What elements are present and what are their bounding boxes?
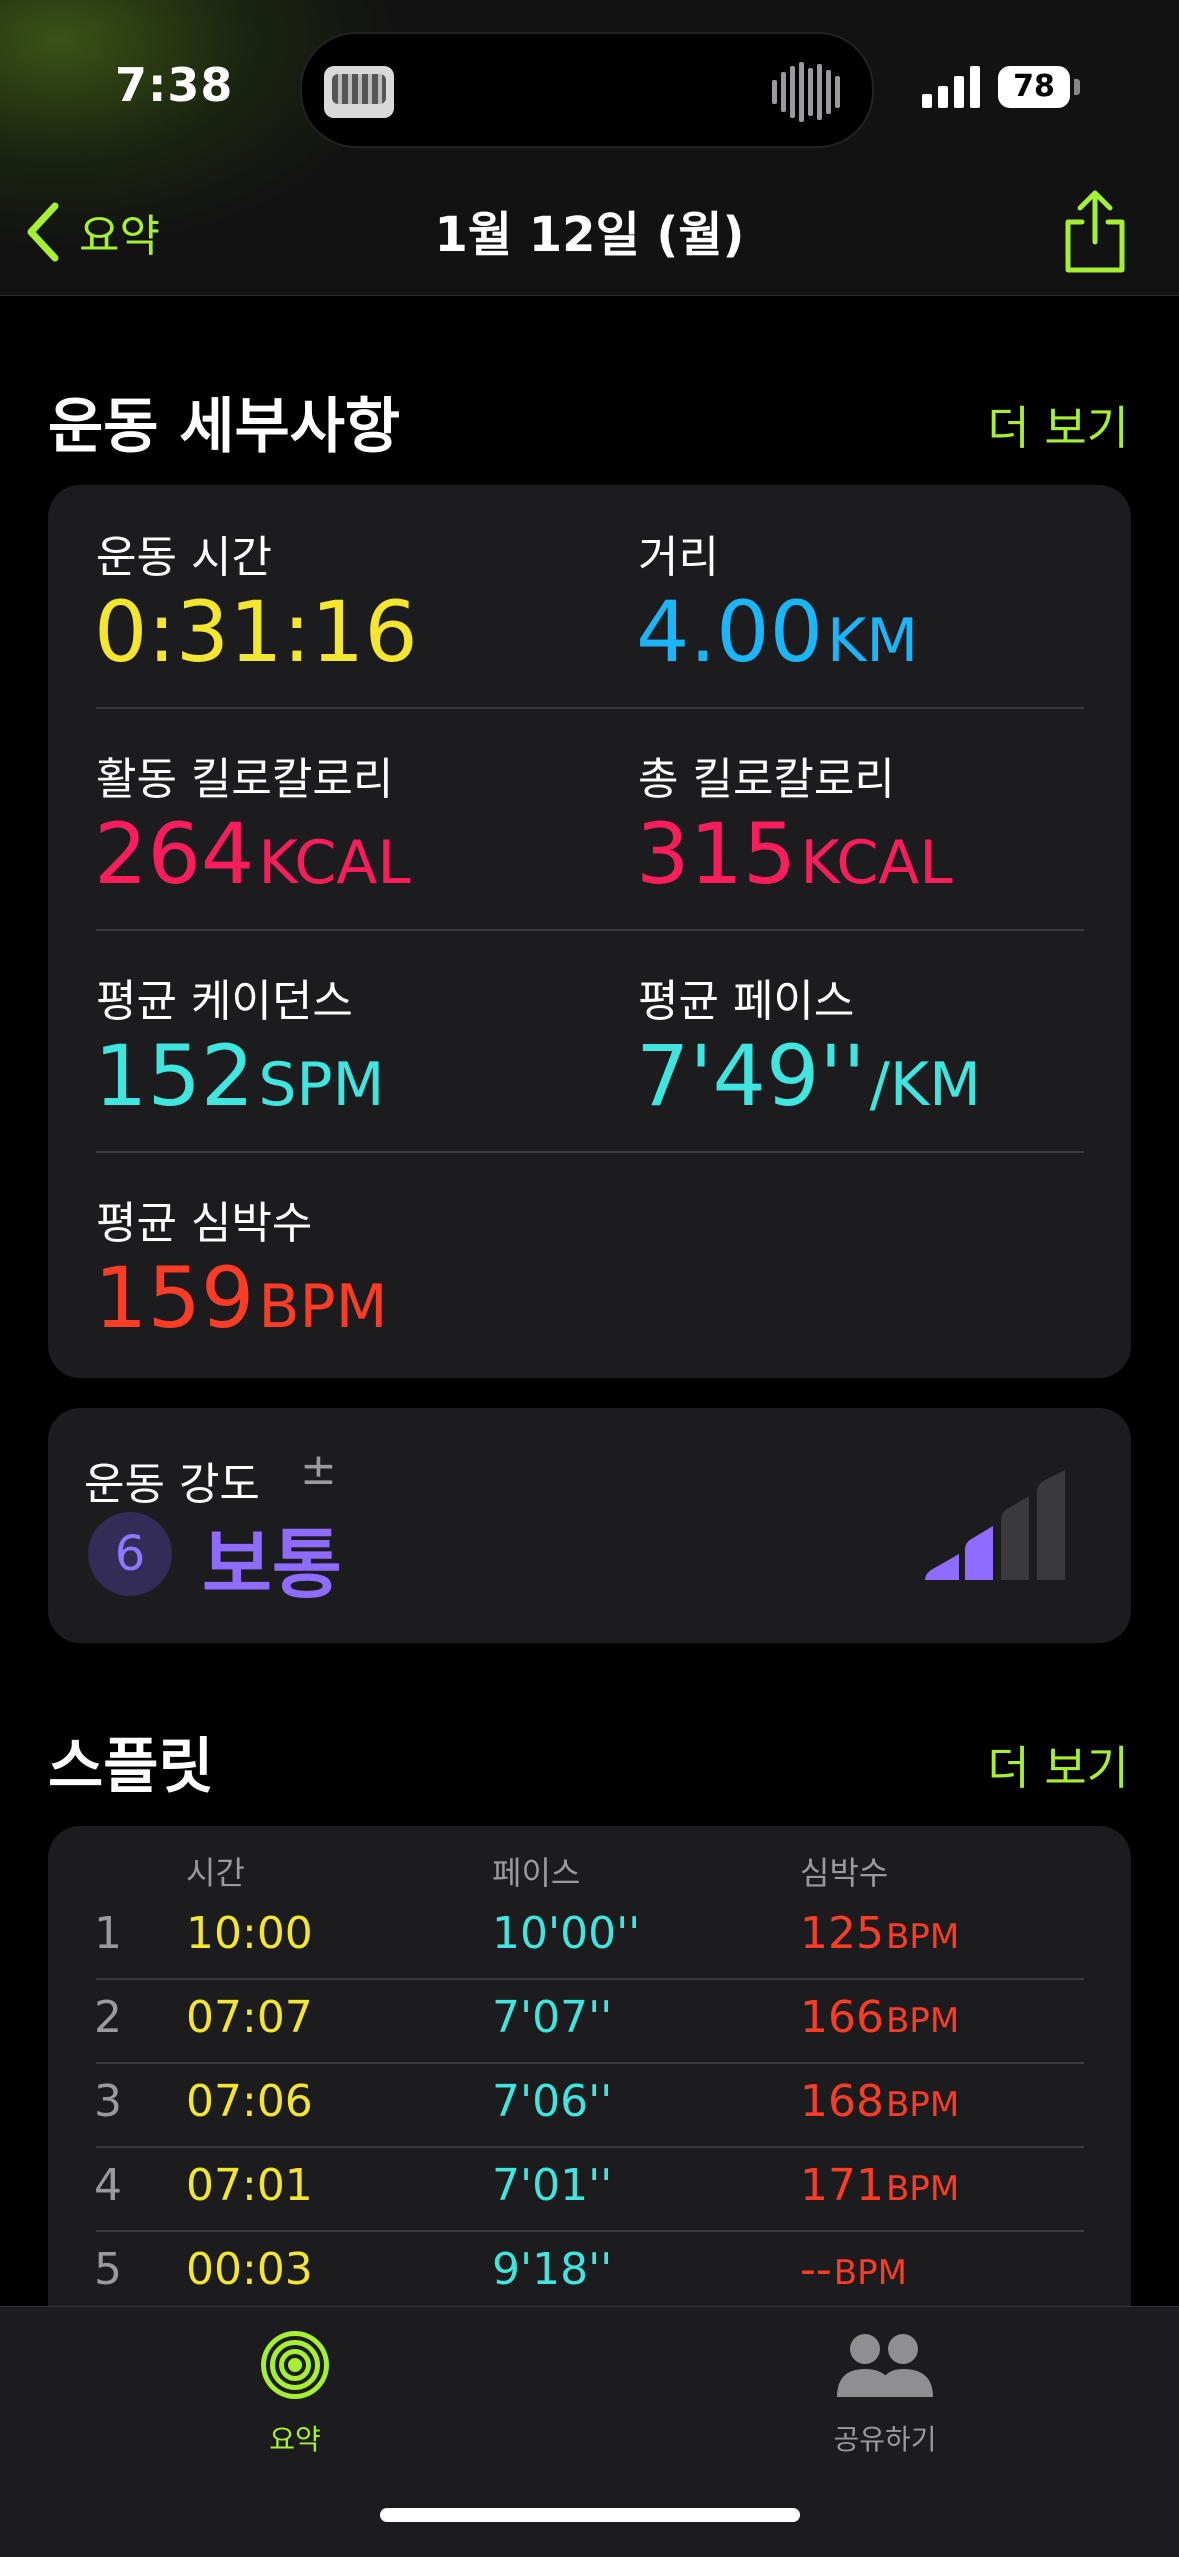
cellular-signal-icon: [922, 66, 980, 108]
split-number: 3: [94, 2076, 122, 2127]
battery-tip: [1074, 79, 1080, 95]
split-time: 00:03: [186, 2244, 313, 2295]
split-time: 07:07: [186, 1992, 313, 2043]
split-number: 4: [94, 2160, 122, 2211]
share-icon[interactable]: [1060, 188, 1130, 274]
effort-level: 보통: [202, 1520, 342, 1609]
split-heart-rate: 171BPM: [800, 2160, 960, 2211]
audio-waveform-icon: [772, 62, 840, 122]
splits-header-hr: 심박수: [800, 1854, 889, 1892]
metric-divider: [96, 707, 1084, 709]
tab-sharing-label: 공유하기: [833, 2423, 937, 2456]
metric-divider: [96, 1151, 1084, 1153]
effort-adjust-icon[interactable]: ±: [300, 1444, 337, 1495]
home-indicator[interactable]: [380, 2508, 800, 2522]
metric-value-total-kcal: 315KCAL: [636, 805, 953, 903]
metric-label-cadence: 평균 케이던스: [96, 976, 353, 1027]
status-bar: 7:38 78: [0, 0, 1179, 170]
split-row: 5 00:03 9'18'' --BPM: [48, 2232, 1131, 2316]
split-number: 1: [94, 1908, 122, 1959]
splits-card: 시간 페이스 심박수 1 10:00 10'00'' 125BPM 2 07:0…: [48, 1826, 1131, 2386]
metric-value-cadence: 152SPM: [94, 1027, 385, 1125]
split-time: 07:01: [186, 2160, 313, 2211]
split-heart-rate: --BPM: [800, 2244, 907, 2295]
tab-sharing[interactable]: 공유하기: [800, 2327, 970, 2458]
split-pace: 7'06'': [492, 2076, 613, 2127]
effort-level-bars-icon: [925, 1470, 1065, 1580]
metric-value-active-kcal: 264KCAL: [94, 805, 411, 903]
workout-details-card: 운동 시간 0:31:16 거리 4.00KM 활동 킬로칼로리 264KCAL…: [48, 485, 1131, 1378]
effort-card[interactable]: 운동 강도 ± 6 보통: [48, 1408, 1131, 1643]
metric-divider: [96, 929, 1084, 931]
metric-value-heart-rate: 159BPM: [94, 1249, 388, 1347]
split-row: 2 07:07 7'07'' 166BPM: [48, 1980, 1131, 2064]
metric-label-active-kcal: 활동 킬로칼로리: [96, 754, 394, 805]
navigation-bar: 요약 1월 12일 (월): [0, 170, 1179, 296]
split-pace: 7'07'': [492, 1992, 613, 2043]
tab-summary[interactable]: 요약: [230, 2327, 360, 2458]
split-pace: 7'01'': [492, 2160, 613, 2211]
splits-section-title: 스플릿: [48, 1732, 214, 1802]
split-row: 1 10:00 10'00'' 125BPM: [48, 1896, 1131, 1980]
split-number: 2: [94, 1992, 122, 2043]
metric-value-pace: 7'49''/KM: [636, 1027, 981, 1125]
metric-value-duration: 0:31:16: [94, 583, 418, 681]
people-icon: [837, 2334, 933, 2397]
splits-more-link[interactable]: 더 보기: [987, 1732, 1129, 1798]
split-number: 5: [94, 2244, 122, 2295]
metric-label-duration: 운동 시간: [96, 532, 272, 583]
split-time: 07:06: [186, 2076, 313, 2127]
status-time: 7:38: [115, 58, 234, 112]
metric-label-pace: 평균 페이스: [638, 976, 855, 1027]
metric-value-distance: 4.00KM: [636, 583, 919, 681]
split-pace: 10'00'': [492, 1908, 641, 1959]
split-time: 10:00: [186, 1908, 313, 1959]
split-heart-rate: 125BPM: [800, 1908, 960, 1959]
metric-label-heart-rate: 평균 심박수: [96, 1198, 313, 1249]
metric-label-total-kcal: 총 킬로칼로리: [638, 754, 895, 805]
splits-header-time: 시간: [186, 1854, 245, 1892]
effort-score-badge: 6: [88, 1512, 172, 1596]
now-playing-thumbnail: [324, 66, 394, 118]
split-pace: 9'18'': [492, 2244, 613, 2295]
split-row: 3 07:06 7'06'' 168BPM: [48, 2064, 1131, 2148]
battery-icon: 78: [998, 66, 1070, 108]
dynamic-island[interactable]: [300, 32, 874, 148]
page-title: 1월 12일 (월): [434, 207, 745, 263]
tab-summary-label: 요약: [269, 2423, 321, 2456]
details-section-title: 운동 세부사항: [48, 392, 401, 462]
details-more-link[interactable]: 더 보기: [987, 392, 1129, 458]
activity-rings-icon: [261, 2331, 329, 2399]
metric-label-distance: 거리: [638, 532, 719, 583]
split-row: 4 07:01 7'01'' 171BPM: [48, 2148, 1131, 2232]
split-heart-rate: 168BPM: [800, 2076, 960, 2127]
split-heart-rate: 166BPM: [800, 1992, 960, 2043]
splits-header-pace: 페이스: [492, 1854, 581, 1892]
